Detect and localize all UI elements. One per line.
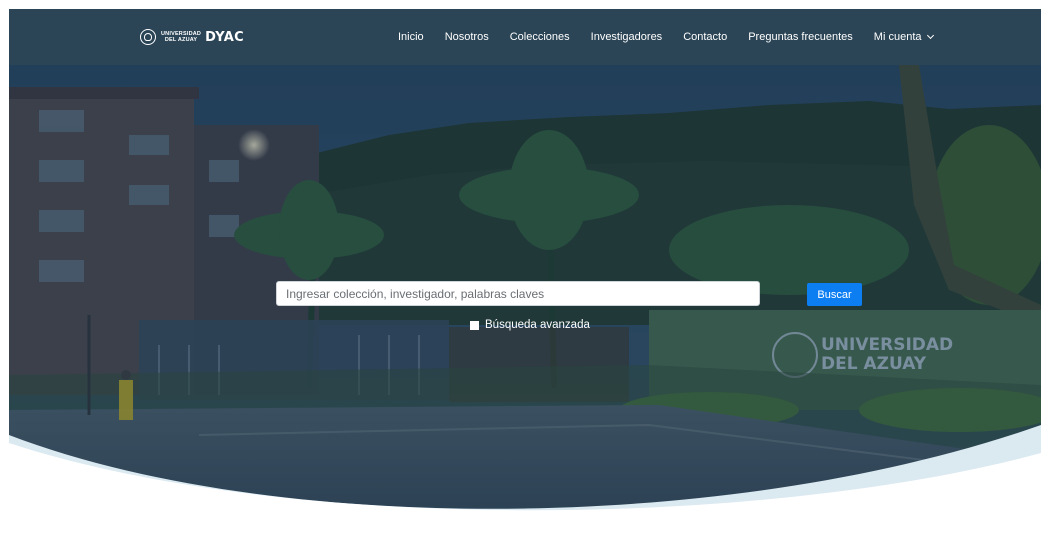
nav-preguntas-frecuentes[interactable]: Preguntas frecuentes [748,31,853,43]
nav-links: Inicio Nosotros Colecciones Investigador… [398,9,934,65]
advanced-search-toggle[interactable]: Búsqueda avanzada [470,319,590,331]
nav-nosotros[interactable]: Nosotros [445,31,489,43]
nav-inicio[interactable]: Inicio [398,31,424,43]
nav-colecciones[interactable]: Colecciones [510,31,570,43]
brand-name: DYAC [205,29,244,45]
account-menu[interactable]: Mi cuenta [873,31,934,43]
brand-university-text: UNIVERSIDAD DEL AZUAY [161,31,202,43]
top-navbar: UNIVERSIDAD DEL AZUAY DYAC Inicio Nosotr… [9,9,1041,65]
university-emblem-icon [140,29,156,45]
nav-investigadores[interactable]: Investigadores [591,31,663,43]
nav-contacto[interactable]: Contacto [683,31,727,43]
brand-logo[interactable]: UNIVERSIDAD DEL AZUAY DYAC [140,9,244,65]
advanced-search-label: Búsqueda avanzada [485,319,590,331]
account-label: Mi cuenta [873,31,922,43]
search-button[interactable]: Buscar [807,283,862,306]
chevron-down-icon [926,31,934,40]
search-input[interactable] [276,281,760,306]
advanced-search-checkbox[interactable] [470,320,479,330]
